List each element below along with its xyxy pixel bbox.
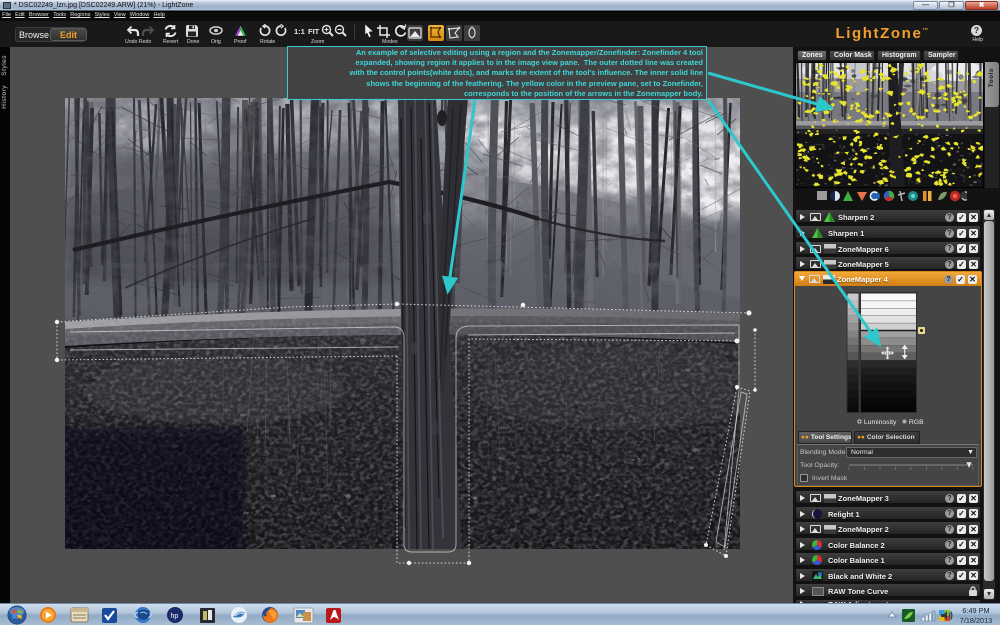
svg-text:FIT: FIT	[308, 27, 320, 36]
svg-text:1:1: 1:1	[294, 27, 305, 36]
svg-text:hp: hp	[171, 613, 179, 620]
